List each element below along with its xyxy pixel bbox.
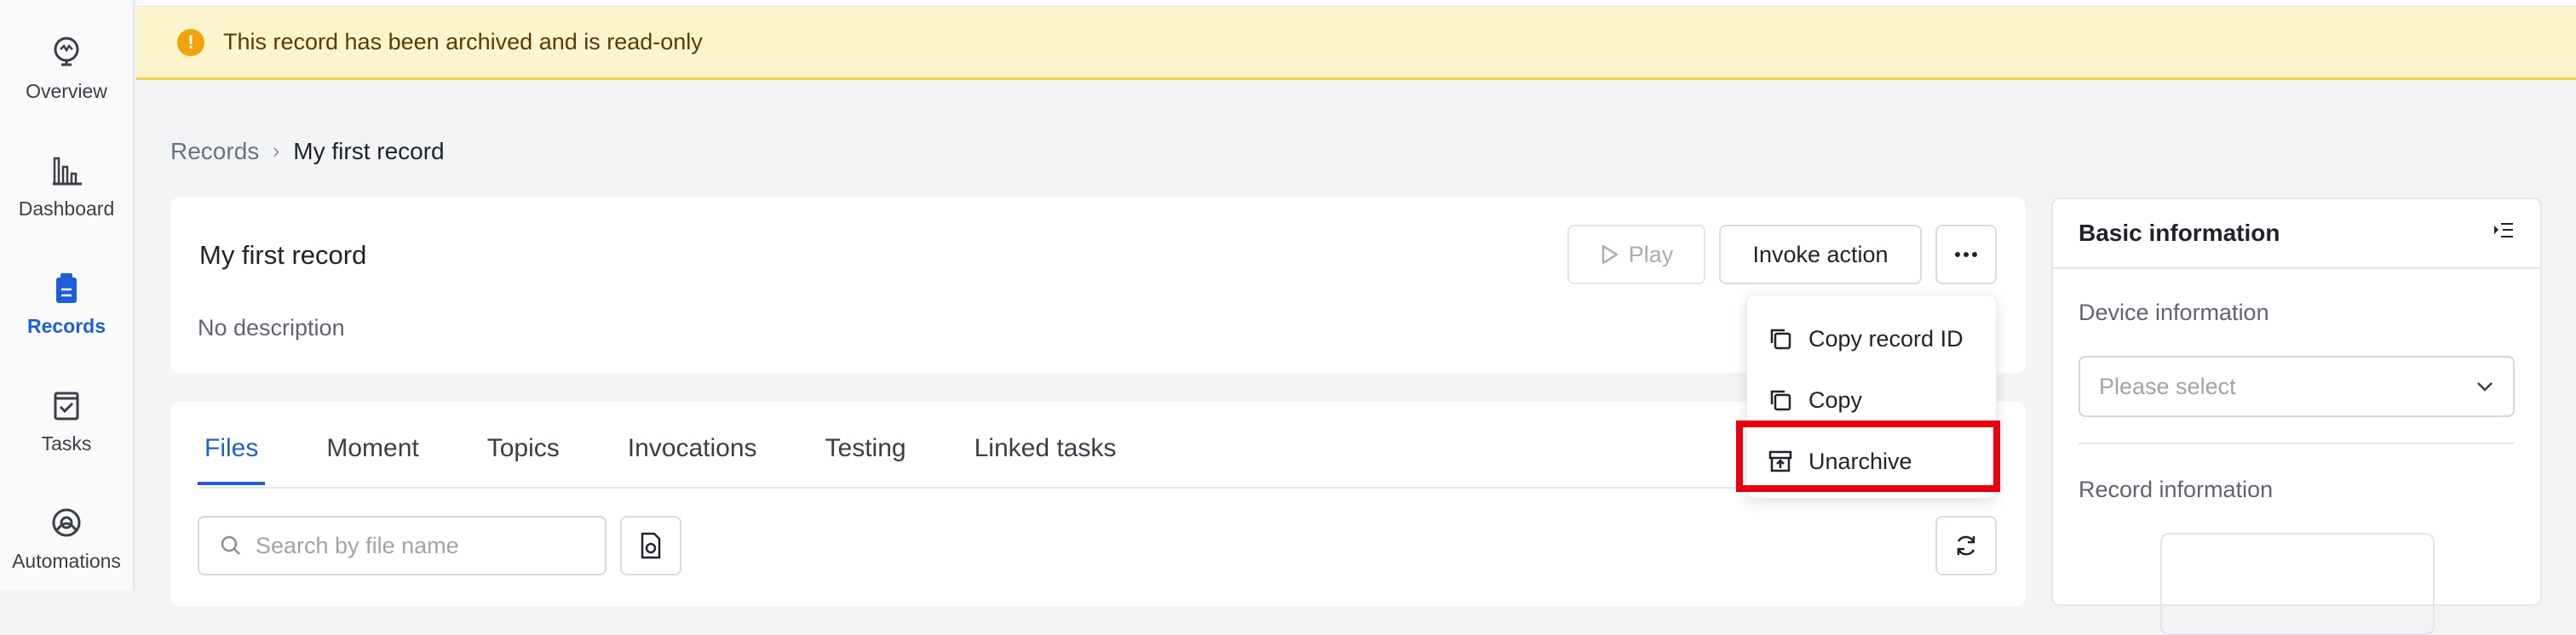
records-icon <box>48 269 85 306</box>
record-tabs: Files Moment Topics Invocations Testing … <box>197 434 1184 485</box>
play-button[interactable]: Play <box>1567 225 1705 284</box>
refresh-button[interactable] <box>1935 516 1997 575</box>
sidebar-item-records[interactable]: Records <box>0 269 133 371</box>
sidebar-item-dashboard[interactable]: Dashboard <box>0 152 133 254</box>
breadcrumb: Records › My first record <box>170 138 445 165</box>
record-title: My first record <box>199 240 367 270</box>
search-input[interactable] <box>254 531 598 560</box>
device-information-label: Device information <box>2079 300 2269 325</box>
breadcrumb-root-link[interactable]: Records <box>170 138 259 165</box>
menu-item-copy-record-id[interactable]: Copy record ID <box>1747 309 1998 369</box>
tab-testing[interactable]: Testing <box>825 434 906 463</box>
copy-icon <box>1747 326 1808 352</box>
search-icon <box>199 535 254 557</box>
sidebar-item-label: Records <box>26 315 106 337</box>
archived-banner: ! This record has been archived and is r… <box>136 7 2576 80</box>
record-description: No description <box>198 315 345 340</box>
chevron-down-icon <box>2475 380 2494 392</box>
file-upload-icon <box>639 532 663 559</box>
top-edge <box>136 0 2576 7</box>
tab-moment[interactable]: Moment <box>326 434 418 463</box>
invoke-action-button[interactable]: Invoke action <box>1719 225 1922 284</box>
warning-icon: ! <box>177 28 204 56</box>
tab-topics[interactable]: Topics <box>487 434 560 463</box>
ellipsis-icon <box>1954 251 1978 258</box>
tab-invocations[interactable]: Invocations <box>628 434 757 463</box>
collapse-panel-icon[interactable] <box>2493 221 2515 240</box>
chevron-right-icon: › <box>273 140 280 163</box>
panel-title: Basic information <box>2079 220 2280 246</box>
tasks-icon <box>48 386 85 424</box>
tab-linked-tasks[interactable]: Linked tasks <box>975 434 1117 463</box>
overview-icon <box>48 34 85 72</box>
bar-chart-icon <box>48 152 85 189</box>
sidebar-item-label: Overview <box>26 80 107 102</box>
basic-information-panel: Basic information Device information Ple… <box>2051 197 2542 635</box>
sidebar: Overview Dashboard Records Tasks Automat… <box>0 0 135 591</box>
section-divider <box>2079 443 2515 444</box>
tab-files[interactable]: Files <box>197 434 266 485</box>
play-icon <box>1600 243 1629 266</box>
more-actions-menu: Copy record ID Copy Unarchive <box>1746 295 1997 499</box>
menu-item-unarchive[interactable]: Unarchive <box>1747 432 1998 491</box>
tabs-divider <box>199 487 2002 489</box>
banner-message: This record has been archived and is rea… <box>223 29 703 54</box>
sidebar-item-automations[interactable]: Automations <box>0 504 133 606</box>
upload-file-button[interactable] <box>620 516 681 575</box>
sidebar-item-label: Tasks <box>41 432 92 455</box>
sidebar-item-tasks[interactable]: Tasks <box>0 386 133 489</box>
copy-icon <box>1747 387 1808 413</box>
breadcrumb-current: My first record <box>293 138 445 164</box>
sidebar-item-overview[interactable]: Overview <box>0 34 133 136</box>
refresh-icon <box>1953 533 1979 558</box>
file-search-box[interactable] <box>198 516 607 575</box>
menu-item-copy[interactable]: Copy <box>1747 370 1998 430</box>
record-information-preview <box>2160 533 2435 635</box>
sidebar-item-label: Automations <box>12 550 121 572</box>
record-information-label: Record information <box>2079 477 2274 502</box>
menu-item-label: Unarchive <box>1808 448 1912 474</box>
device-select[interactable]: Please select <box>2079 356 2515 417</box>
panel-divider <box>2053 267 2540 269</box>
play-label: Play <box>1628 241 1674 267</box>
device-select-placeholder: Please select <box>2099 373 2236 399</box>
menu-item-label: Copy record ID <box>1808 325 1964 352</box>
menu-item-label: Copy <box>1808 386 1863 413</box>
sidebar-item-label: Dashboard <box>18 197 115 220</box>
automations-icon <box>48 504 85 541</box>
more-actions-button[interactable] <box>1935 225 1997 284</box>
unarchive-icon <box>1747 449 1808 474</box>
